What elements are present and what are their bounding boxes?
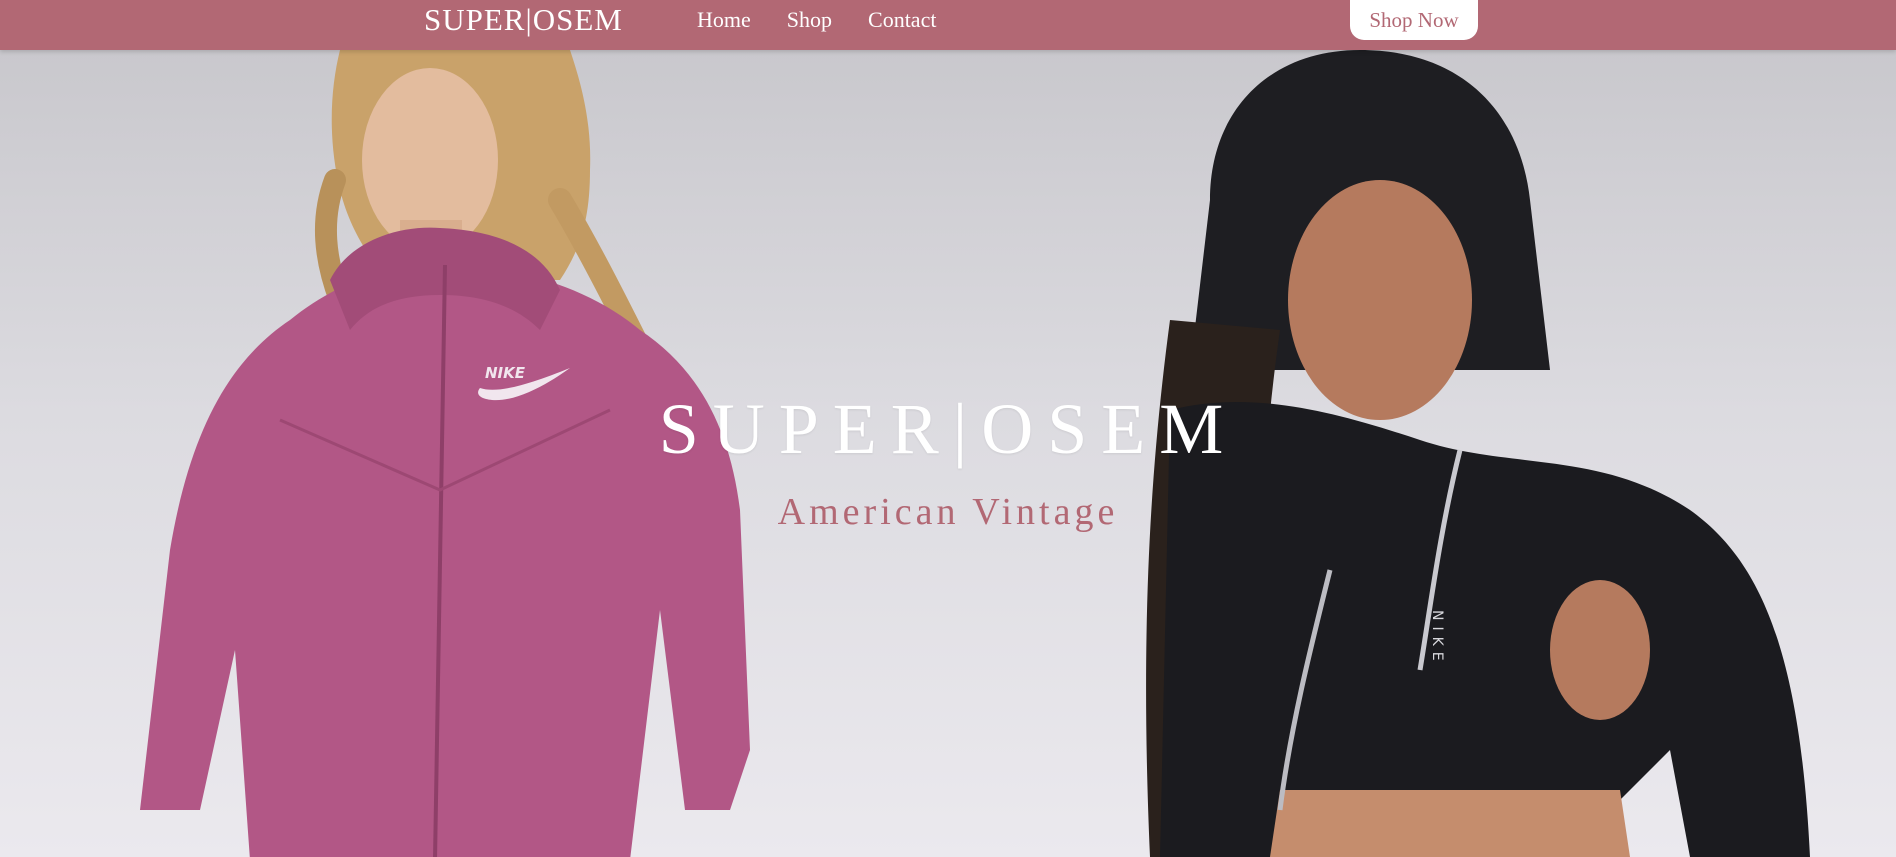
brand-logo-link[interactable]: SUPER|OSEM [424,0,623,42]
hero-banner: NIKE NIKE SUPER|OSEM American Vintage [0,50,1896,857]
left-hoodie-logo-text: NIKE [485,364,526,382]
page: SUPER|OSEM Home Shop Contact Shop Now NI… [0,0,1896,857]
hero-subtitle: American Vintage [777,491,1119,533]
nav-links: Home Shop Contact [697,0,936,40]
shop-now-button[interactable]: Shop Now [1350,0,1478,40]
nav-link-contact[interactable]: Contact [868,7,936,33]
nav-link-home[interactable]: Home [697,7,751,33]
right-hoodie-logo-text: NIKE [1429,610,1445,667]
nav-link-shop[interactable]: Shop [787,7,832,33]
top-navbar: SUPER|OSEM Home Shop Contact Shop Now [0,0,1896,50]
hero-title: SUPER|OSEM [658,389,1238,469]
